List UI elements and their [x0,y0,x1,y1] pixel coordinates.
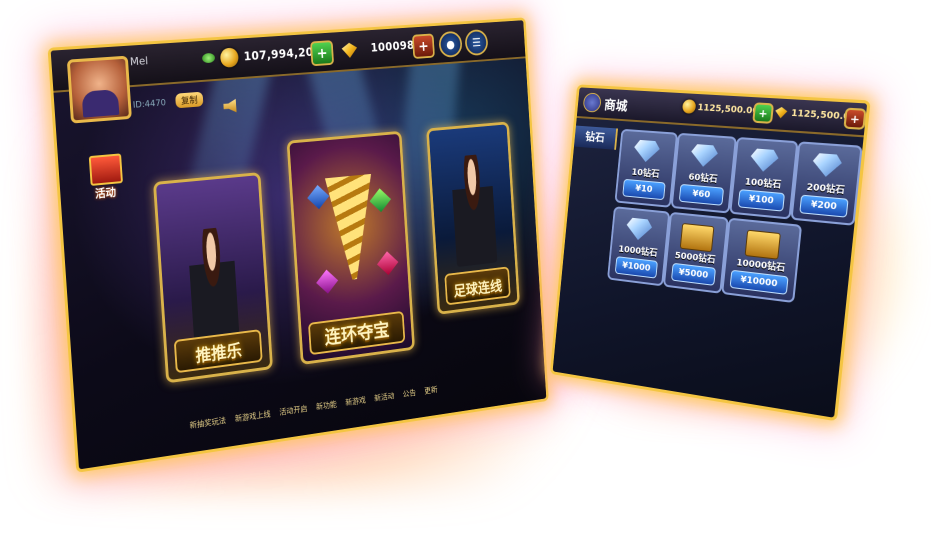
diamond-icon [749,148,779,173]
price-button[interactable]: ¥60 [678,183,725,206]
footer-link[interactable]: 新游戏 [345,395,366,408]
price-button[interactable]: ¥10000 [729,269,789,295]
lobby-panel: Mel ID:4470 复制 107,994,204 + 100098 + ● … [47,17,549,473]
avatar[interactable] [66,55,132,124]
tab-diamond[interactable]: 钻石 [573,125,619,150]
footer-link[interactable]: 活动开启 [279,403,308,418]
game-card-push[interactable]: 推推乐 [153,172,273,384]
copy-id-button[interactable]: 复制 [175,91,204,109]
footer-link[interactable]: 新游戏上线 [235,409,271,425]
green-gem-icon [369,188,392,213]
price-button[interactable]: ¥1000 [614,256,658,279]
game-card-treasure[interactable]: 连环夺宝 [286,130,416,365]
gift-icon[interactable] [88,153,123,186]
player-id: ID:4470 [132,98,167,111]
diamond-icon [625,217,652,241]
shop-item[interactable]: 5000钻石 ¥5000 [662,211,729,294]
shop-item[interactable]: 10000钻石 ¥10000 [721,217,803,304]
blue-gem-icon [307,185,330,210]
treasure-chest-icon [679,222,715,253]
shop-item[interactable]: 100钻石 ¥100 [729,136,799,220]
diamond-icon [633,140,661,164]
price-button[interactable]: ¥100 [737,189,786,212]
add-gold-button[interactable]: + [310,40,335,67]
diamond-icon [690,144,719,168]
price-button[interactable]: ¥5000 [670,262,717,286]
add-diamond-button[interactable]: + [411,33,435,59]
hostess-illustration [186,226,240,348]
game-card-football[interactable]: 足球连线 [426,121,520,315]
footer-link[interactable]: 更新 [424,384,438,396]
shop-item[interactable]: 1000钻石 ¥1000 [607,206,671,287]
shop-panel: 商城 1125,500.00 + 1125,500.00 + 钻石 10钻石 ¥… [549,84,871,422]
treasure-chest-icon [744,229,781,260]
footer-link[interactable]: 新功能 [316,399,337,412]
shop-item[interactable]: 10钻石 ¥10 [614,128,679,208]
gold-drill-illustration [325,174,378,282]
football-girl-illustration [450,153,498,268]
shop-item[interactable]: 200钻石 ¥200 [790,141,863,226]
add-gold-button[interactable]: + [752,102,775,124]
shop-title: 商城 [603,98,628,115]
player-nickname: Mel [129,54,149,69]
activity-label[interactable]: 活动 [95,184,117,202]
footer-link[interactable]: 新活动 [374,391,395,404]
add-diamond-button[interactable]: + [843,107,867,130]
footer-link[interactable]: 新抽奖玩法 [189,415,226,431]
diamond-icon [811,153,842,178]
shop-item[interactable]: 60钻石 ¥60 [670,132,737,214]
purple-gem-icon [316,269,339,294]
footer-link[interactable]: 公告 [402,387,416,399]
price-button[interactable]: ¥200 [799,194,849,218]
red-gem-icon [376,251,399,276]
price-button[interactable]: ¥10 [622,178,666,201]
